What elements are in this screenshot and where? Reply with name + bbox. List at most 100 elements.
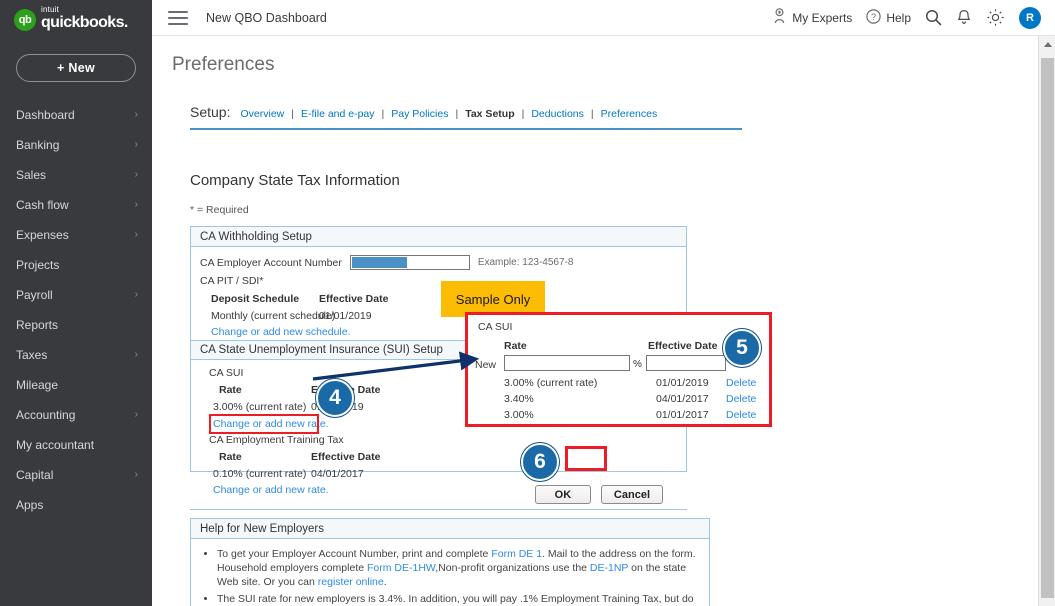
my-experts-button[interactable]: My Experts: [772, 8, 852, 27]
new-rate-input[interactable]: [504, 355, 630, 371]
help-link[interactable]: Form DE-1HW: [367, 562, 435, 574]
sidebar-item-label: Taxes: [16, 348, 47, 362]
input-selection-highlight: [352, 257, 407, 268]
rate-history-rate: 3.40%: [504, 393, 534, 405]
ca-withholding-panel-title: CA Withholding Setup: [191, 227, 686, 247]
sidebar-item-label: Expenses: [16, 228, 69, 242]
sidebar-item-label: Payroll: [16, 288, 53, 302]
help-link[interactable]: Form DE 1: [491, 548, 542, 560]
search-icon[interactable]: [925, 9, 942, 26]
sidebar-item-label: My accountant: [16, 438, 94, 452]
callout-new-label: New: [475, 359, 496, 371]
form-button-row: OK Cancel: [190, 480, 687, 510]
chevron-right-icon: ›: [135, 170, 138, 180]
sidebar-item-apps[interactable]: Apps: [0, 490, 152, 520]
step-badge-4: 4: [316, 379, 354, 417]
notifications-bell-icon[interactable]: [956, 9, 972, 26]
sidebar-item-sales[interactable]: Sales ›: [0, 160, 152, 190]
tab-e-file-and-e-pay[interactable]: E-file and e-pay: [301, 108, 375, 120]
tab-overview[interactable]: Overview: [240, 108, 284, 120]
sidebar-item-payroll[interactable]: Payroll›: [0, 280, 152, 310]
quickbooks-logo[interactable]: qb intuit quickbooks.: [0, 0, 152, 36]
sidebar-item-capital[interactable]: Capital›: [0, 460, 152, 490]
new-effective-date-input[interactable]: [646, 355, 726, 371]
rate-history-date: 01/01/2017: [656, 409, 709, 421]
new-button[interactable]: + New: [16, 54, 136, 82]
required-note: * = Required: [190, 204, 249, 216]
help-bullet-list: To get your Employer Account Number, pri…: [191, 539, 709, 606]
help-text: .: [384, 576, 387, 588]
sidebar-item-cash-flow[interactable]: Cash flow›: [0, 190, 152, 220]
percent-symbol: %: [633, 359, 642, 370]
scrollbar-thumb[interactable]: [1041, 58, 1054, 598]
setup-tab-separator: |: [382, 108, 385, 120]
delete-rate-link[interactable]: Delete: [726, 409, 756, 421]
setup-tab-separator: |: [522, 108, 525, 120]
avatar[interactable]: R: [1019, 7, 1041, 29]
help-link[interactable]: register online: [318, 576, 384, 588]
sidebar-item-dashboard[interactable]: Dashboard ›: [0, 100, 152, 130]
ett-current-rate-date: 04/01/2017: [311, 468, 364, 480]
sidebar-item-reports[interactable]: Reports: [0, 310, 152, 340]
quickbooks-mark-icon: qb: [14, 9, 36, 31]
help-button[interactable]: ? Help: [866, 9, 911, 27]
sidebar-item-label: Banking: [16, 138, 59, 152]
rate-history-date: 04/01/2017: [656, 393, 709, 405]
sidebar-item-taxes[interactable]: Taxes ›: [0, 340, 152, 370]
employer-account-number-input[interactable]: [350, 255, 470, 270]
question-circle-icon: ?: [866, 9, 881, 27]
cancel-button[interactable]: Cancel: [601, 485, 663, 504]
sidebar-item-label: Dashboard: [16, 108, 75, 122]
quickbooks-app-window: qb intuit quickbooks. + New Dashboard›Ba…: [0, 0, 1055, 606]
withholding-effective-date-header: Effective Date: [319, 293, 388, 305]
delete-rate-link[interactable]: Delete: [726, 377, 756, 389]
hamburger-menu-icon[interactable]: [168, 11, 188, 25]
rate-history-rate: 3.00% (current rate): [504, 377, 597, 389]
sidebar-item-mileage[interactable]: Mileage: [0, 370, 152, 400]
help-for-new-employers-panel: Help for New Employers To get your Emplo…: [190, 518, 710, 606]
help-link[interactable]: DE-1NP: [590, 562, 628, 574]
page-title: Preferences: [172, 54, 274, 76]
tab-deductions[interactable]: Deductions: [531, 108, 584, 120]
help-panel-title: Help for New Employers: [191, 519, 709, 539]
ca-pit-sdi-label: CA PIT / SDI*: [200, 275, 263, 287]
change-add-schedule-link[interactable]: Change or add new schedule.: [211, 326, 351, 338]
rate-history-row: 3.40% 04/01/2017 Delete: [468, 393, 769, 409]
tab-preferences[interactable]: Preferences: [601, 108, 658, 120]
sidebar-item-my-accountant[interactable]: My accountant: [0, 430, 152, 460]
sidebar-item-label: Sales: [16, 168, 46, 182]
callout-rate-header: Rate: [504, 340, 527, 352]
sidebar-item-label: Accounting: [16, 408, 75, 422]
help-label: Help: [886, 11, 911, 25]
my-experts-label: My Experts: [792, 11, 852, 25]
quickbooks-wordmark: quickbooks.: [41, 15, 128, 31]
gear-icon[interactable]: [986, 8, 1005, 27]
delete-rate-link[interactable]: Delete: [726, 393, 756, 405]
sidebar-navigation: qb intuit quickbooks. + New Dashboard›Ba…: [0, 0, 152, 606]
setup-tabs: Overview|E-file and e-pay|Pay Policies|T…: [240, 104, 657, 122]
step-badge-5: 5: [723, 329, 761, 367]
ca-ett-label: CA Employment Training Tax: [209, 434, 344, 446]
sidebar-item-expenses[interactable]: Expenses›: [0, 220, 152, 250]
sui-rate-header: Rate: [219, 384, 242, 396]
sidebar-item-accounting[interactable]: Accounting ›: [0, 400, 152, 430]
ok-button[interactable]: OK: [535, 485, 591, 504]
vertical-scrollbar[interactable]: [1038, 36, 1055, 606]
setup-tab-separator: |: [455, 108, 458, 120]
svg-text:?: ?: [871, 12, 876, 22]
ett-effective-date-header: Effective Date: [311, 451, 380, 463]
sidebar-item-label: Projects: [16, 258, 59, 272]
help-list-item: The SUI rate for new employers is 3.4%. …: [217, 592, 697, 606]
sidebar-item-banking[interactable]: Banking ›: [0, 130, 152, 160]
sidebar-item-projects[interactable]: Projects: [0, 250, 152, 280]
employer-account-number-label: CA Employer Account Number: [200, 257, 342, 269]
scroll-up-arrow-icon[interactable]: [1039, 36, 1055, 53]
tab-pay-policies[interactable]: Pay Policies: [391, 108, 448, 120]
chevron-right-icon: ›: [135, 350, 138, 360]
rate-history-row: 3.00%01/01/2017Delete: [468, 409, 769, 425]
chevron-right-icon: ›: [135, 110, 138, 120]
chevron-right-icon: ›: [135, 410, 138, 420]
chevron-right-icon: ›: [135, 140, 138, 150]
sui-change-add-rate-link[interactable]: Change or add new rate.: [213, 418, 329, 430]
account-number-example: Example: 123-4567-8: [478, 257, 574, 268]
